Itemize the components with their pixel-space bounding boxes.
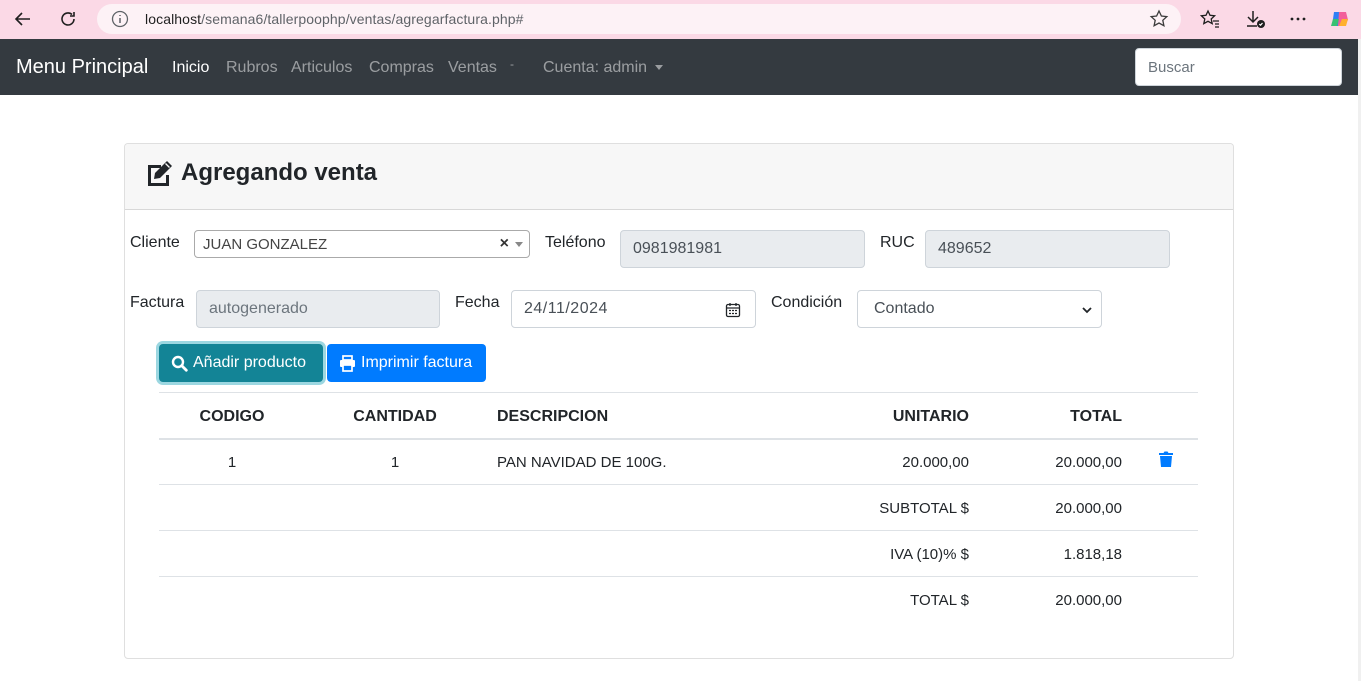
fecha-field[interactable]: 24/11/2024: [511, 290, 756, 328]
download-icon: [1247, 11, 1265, 28]
th-unitario: UNITARIO: [892, 408, 969, 425]
row-divider: [159, 576, 1198, 577]
condicion-label: Condición: [771, 294, 843, 311]
cell-descripcion: PAN NAVIDAD DE 100G.: [497, 454, 667, 471]
chevron-down-icon: [1082, 307, 1092, 314]
nav-item-compras[interactable]: Compras: [369, 59, 434, 77]
site-info-icon[interactable]: [111, 10, 129, 33]
factura-field[interactable]: autogenerado: [196, 290, 440, 328]
factura-placeholder: autogenerado: [209, 300, 308, 317]
search-input[interactable]: [1135, 48, 1342, 86]
ruc-label: RUC: [880, 234, 915, 251]
table-header-border: [159, 438, 1198, 440]
cell-codigo: 1: [227, 454, 237, 471]
nav-item-articulos[interactable]: Articulos: [291, 59, 352, 77]
condicion-select[interactable]: Contado: [857, 290, 1102, 328]
downloads-button[interactable]: [1240, 4, 1270, 34]
address-bar[interactable]: localhost/semana6/tallerpoophp/ventas/ag…: [97, 4, 1181, 34]
card-title-text: Agregando venta: [181, 159, 378, 186]
row-divider: [159, 484, 1198, 485]
copilot-button[interactable]: [1325, 4, 1355, 34]
cliente-label: Cliente: [130, 234, 180, 251]
navbar: Menu Principal Inicio Rubros Articulos C…: [0, 39, 1358, 95]
nav-item-ventas[interactable]: Ventas: [448, 59, 497, 77]
fecha-label: Fecha: [455, 294, 500, 311]
nav-account-dropdown[interactable]: Cuenta: admin: [543, 59, 664, 77]
clear-selection-icon[interactable]: ×: [500, 235, 509, 253]
back-button[interactable]: [8, 4, 38, 34]
subtotal-label: SUBTOTAL $: [879, 500, 969, 517]
search-icon: [171, 355, 188, 372]
print-invoice-button[interactable]: Imprimir factura: [327, 344, 486, 382]
sale-card: Agregando venta: [124, 143, 1234, 659]
th-total: TOTAL: [1070, 408, 1122, 425]
total-value: 20.000,00: [1055, 592, 1122, 609]
url-path: /semana6/tallerpoophp/ventas/agregarfact…: [201, 11, 524, 27]
ruc-value: 489652: [938, 240, 992, 257]
row-divider: [159, 530, 1198, 531]
cliente-select[interactable]: JUAN GONZALEZ ×: [194, 230, 530, 258]
factura-label: Factura: [130, 294, 185, 311]
print-invoice-label: Imprimir factura: [361, 354, 473, 371]
cell-unitario: 20.000,00: [902, 454, 969, 471]
delete-row-button[interactable]: [1159, 451, 1173, 472]
favorites-button[interactable]: [1195, 4, 1225, 34]
account-label: Cuenta: admin: [543, 59, 648, 76]
add-product-button[interactable]: Añadir producto: [159, 344, 323, 382]
add-product-label: Añadir producto: [193, 354, 306, 371]
ruc-field[interactable]: 489652: [925, 230, 1170, 268]
card-header: Agregando venta: [125, 144, 1233, 210]
cell-total: 20.000,00: [1055, 454, 1122, 471]
more-menu-button[interactable]: [1283, 4, 1313, 34]
favorite-star-icon[interactable]: [1149, 9, 1169, 34]
telefono-label: Teléfono: [545, 234, 606, 251]
reload-icon: [61, 12, 75, 26]
calendar-icon[interactable]: [725, 302, 741, 318]
print-icon: [340, 354, 355, 372]
iva-label: IVA (10)% $: [890, 546, 969, 563]
th-descripcion: DESCRIPCION: [497, 408, 609, 425]
favorites-list-icon: [1200, 9, 1219, 28]
trash-icon: [1159, 451, 1173, 467]
nav-item-rubros[interactable]: Rubros: [226, 59, 278, 77]
table-border: [159, 392, 1198, 393]
caret-down-icon: [655, 65, 664, 71]
select-arrow-icon: [515, 242, 523, 247]
iva-value: 1.818,18: [1063, 546, 1122, 563]
more-dots-icon: [1290, 17, 1306, 21]
nav-item-inicio[interactable]: Inicio: [172, 59, 209, 77]
fecha-value: 24/11/2024: [524, 300, 608, 317]
cliente-value: JUAN GONZALEZ: [203, 235, 328, 253]
th-cantidad: CANTIDAD: [353, 408, 437, 425]
browser-toolbar: localhost/semana6/tallerpoophp/ventas/ag…: [0, 0, 1361, 39]
url-text: localhost/semana6/tallerpoophp/ventas/ag…: [145, 11, 524, 27]
nav-item-extra[interactable]: -: [510, 57, 514, 71]
page-title: Agregando venta: [145, 159, 377, 187]
back-arrow-icon: [14, 12, 30, 26]
th-codigo: CODIGO: [199, 408, 265, 425]
copilot-icon: [1331, 12, 1348, 26]
subtotal-value: 20.000,00: [1055, 500, 1122, 517]
cell-cantidad: 1: [390, 454, 400, 471]
condicion-value: Contado: [874, 300, 935, 317]
url-host: localhost: [145, 11, 202, 27]
navbar-brand[interactable]: Menu Principal: [16, 56, 148, 79]
edit-icon: [148, 161, 172, 186]
telefono-field[interactable]: 0981981981: [620, 230, 865, 268]
reload-button[interactable]: [53, 4, 83, 34]
telefono-value: 0981981981: [633, 240, 722, 257]
total-label: TOTAL $: [910, 592, 969, 609]
